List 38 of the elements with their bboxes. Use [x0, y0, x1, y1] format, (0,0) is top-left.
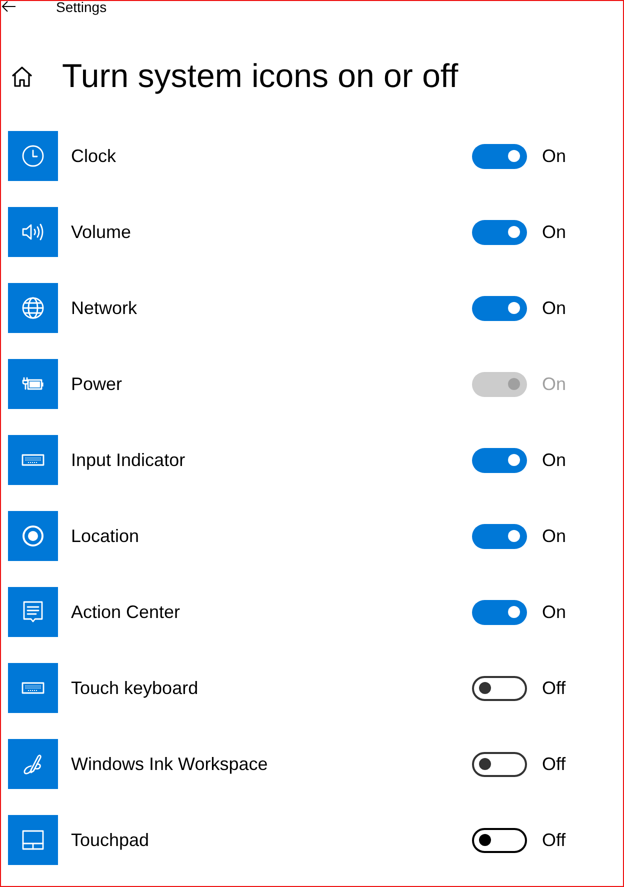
toggle-switch[interactable] [472, 448, 527, 472]
toggle-switch[interactable] [472, 752, 527, 776]
touchpad-icon [21, 828, 45, 852]
setting-label: Input Indicator [71, 450, 186, 470]
toggle-state-label: Off [542, 678, 567, 698]
toggle-state-label: Off [542, 754, 567, 774]
toggle-switch[interactable] [472, 220, 527, 244]
toggle-state-label: On [542, 450, 568, 470]
setting-label: Action Center [71, 602, 182, 622]
toggle-state-label: On [542, 146, 568, 166]
setting-label: Touch keyboard [71, 678, 200, 698]
toggle-state-label: On [542, 526, 568, 546]
toggle-switch[interactable] [472, 676, 527, 700]
setting-label: Location [71, 526, 140, 546]
setting-label: Volume [71, 222, 132, 242]
setting-label: Touchpad [71, 830, 150, 850]
setting-label: Network [71, 298, 138, 318]
window-title: Settings [56, 1, 107, 14]
message-icon [21, 600, 45, 624]
back-arrow-icon[interactable] [1, 1, 16, 13]
clock-icon [21, 144, 45, 168]
toggle-switch[interactable] [472, 600, 527, 624]
setting-label: Power [71, 374, 124, 394]
globe-icon [21, 296, 45, 320]
toggle-state-label: On [542, 222, 568, 242]
page-title: Turn system icons on or off [62, 56, 458, 96]
toggle-switch[interactable] [472, 828, 527, 852]
setting-label: Clock [71, 146, 118, 166]
toggle-state-label: On [542, 298, 568, 318]
setting-label: Windows Ink Workspace [71, 754, 269, 774]
toggle-state-label: On [542, 374, 568, 394]
location-icon [21, 524, 45, 548]
home-icon[interactable] [11, 66, 33, 86]
toggle-state-label: On [542, 602, 568, 622]
toggle-switch[interactable] [472, 144, 527, 168]
toggle-state-label: Off [542, 830, 567, 850]
toggle-switch[interactable] [472, 296, 527, 320]
toggle-switch[interactable] [472, 524, 527, 548]
